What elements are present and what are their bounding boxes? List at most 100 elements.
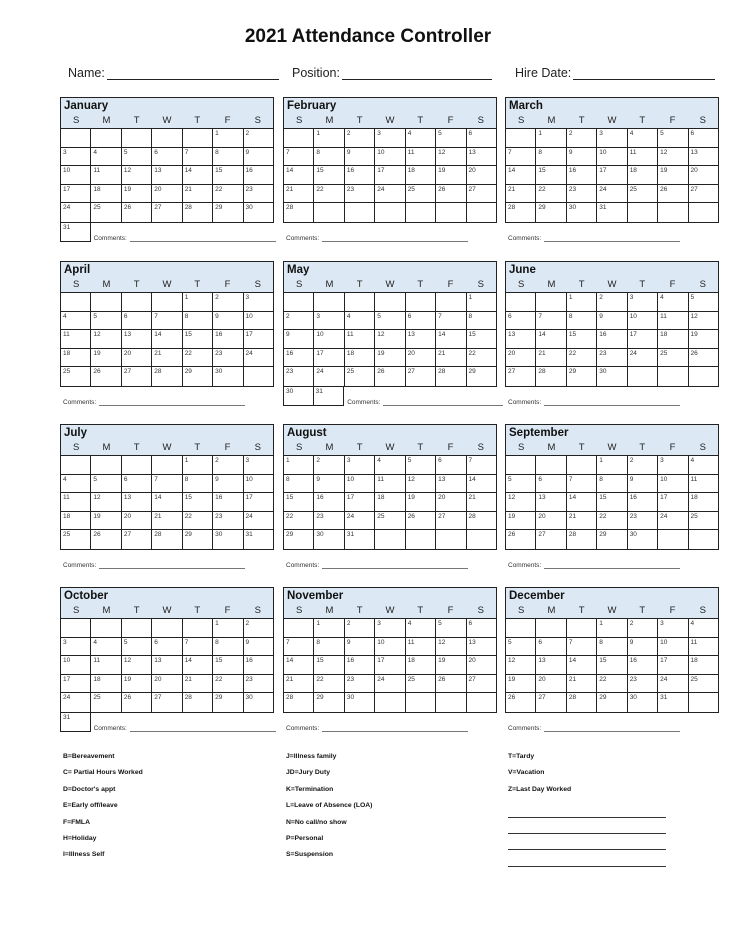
day-cell[interactable]: 4 (375, 456, 406, 474)
comments-input-line[interactable] (544, 725, 681, 732)
day-cell[interactable]: 16 (628, 493, 659, 511)
day-cell[interactable] (406, 530, 437, 549)
day-cell[interactable]: 1 (597, 456, 628, 474)
day-cell[interactable] (406, 203, 437, 222)
day-cell[interactable]: 25 (406, 674, 437, 692)
day-cell[interactable]: 6 (152, 147, 183, 165)
day-cell[interactable]: 5 (689, 293, 718, 311)
day-cell[interactable]: 14 (436, 330, 467, 348)
day-cell[interactable] (284, 619, 315, 637)
day-cell[interactable]: 12 (506, 656, 537, 674)
day-cell[interactable] (375, 203, 406, 222)
day-cell[interactable]: 9 (213, 474, 244, 492)
day-cell[interactable]: 16 (213, 330, 244, 348)
day-cell[interactable]: 8 (597, 474, 628, 492)
day-cell[interactable]: 18 (91, 674, 122, 692)
day-cell[interactable]: 1 (284, 456, 315, 474)
day-cell[interactable]: 6 (536, 474, 567, 492)
day-cell[interactable]: 20 (536, 511, 567, 529)
day-cell[interactable]: 14 (183, 166, 214, 184)
day-cell[interactable]: 3 (628, 293, 659, 311)
day-cell[interactable]: 17 (375, 656, 406, 674)
day-cell[interactable]: 23 (628, 674, 659, 692)
day-cell[interactable]: 16 (213, 493, 244, 511)
day-cell[interactable]: 23 (244, 675, 273, 693)
comments-input-line[interactable] (99, 562, 246, 569)
day-cell[interactable]: 6 (689, 129, 718, 147)
day-cell[interactable]: 22 (213, 674, 244, 692)
day-cell[interactable] (436, 203, 467, 222)
day-cell[interactable]: 13 (536, 656, 567, 674)
day-cell[interactable] (375, 293, 406, 311)
day-cell[interactable]: 14 (506, 166, 537, 184)
day-cell[interactable] (61, 619, 92, 637)
day-cell[interactable]: 11 (345, 330, 376, 348)
day-cell[interactable]: 21 (467, 493, 496, 511)
day-cell[interactable] (658, 203, 689, 222)
day-cell[interactable]: 18 (61, 348, 92, 366)
legend-blank-line[interactable] (508, 801, 666, 818)
day-cell[interactable]: 15 (597, 656, 628, 674)
day-cell[interactable]: 16 (244, 166, 273, 184)
day-cell[interactable]: 14 (567, 493, 598, 511)
day-cell[interactable]: 8 (213, 147, 244, 165)
day-cell[interactable]: 23 (284, 367, 315, 386)
day-cell[interactable]: 5 (122, 147, 153, 165)
day-cell[interactable]: 10 (244, 475, 273, 493)
day-cell[interactable]: 21 (506, 184, 537, 202)
day-cell[interactable]: 13 (536, 493, 567, 511)
day-cell[interactable] (91, 619, 122, 637)
day-cell[interactable] (436, 530, 467, 549)
comments-field[interactable]: Comments: (286, 231, 469, 242)
day-cell[interactable]: 25 (689, 675, 718, 693)
day-cell[interactable]: 9 (244, 148, 273, 166)
day-cell[interactable]: 8 (183, 311, 214, 329)
day-cell[interactable]: 7 (567, 474, 598, 492)
day-cell[interactable]: 20 (467, 656, 496, 674)
day-cell[interactable]: 31 (244, 530, 273, 549)
day-cell[interactable]: 24 (375, 674, 406, 692)
day-cell[interactable]: 26 (91, 367, 122, 386)
day-cell[interactable]: 2 (345, 619, 376, 637)
day-cell[interactable] (506, 456, 537, 474)
day-cell[interactable]: 7 (183, 637, 214, 655)
day-cell[interactable]: 24 (61, 203, 92, 222)
day-cell[interactable]: 25 (628, 184, 659, 202)
day-cell[interactable]: 12 (91, 330, 122, 348)
day-cell[interactable] (314, 293, 345, 311)
day-cell[interactable]: 3 (61, 637, 92, 655)
day-cell[interactable]: 23 (628, 511, 659, 529)
day-cell[interactable]: 13 (506, 330, 537, 348)
day-cell[interactable]: 9 (597, 311, 628, 329)
day-cell[interactable] (244, 367, 273, 386)
day-cell[interactable]: 11 (375, 474, 406, 492)
day-cell[interactable]: 6 (152, 637, 183, 655)
day-cell[interactable]: 15 (467, 330, 496, 348)
day-cell[interactable]: 24 (597, 184, 628, 202)
day-cell[interactable]: 19 (122, 674, 153, 692)
day-cell[interactable]: 12 (91, 493, 122, 511)
day-cell[interactable] (689, 530, 718, 549)
day-cell[interactable] (467, 203, 496, 222)
day-cell[interactable]: 7 (183, 147, 214, 165)
day-cell[interactable]: 10 (658, 474, 689, 492)
day-cell[interactable]: 25 (658, 348, 689, 366)
day-cell[interactable]: 20 (122, 348, 153, 366)
day-cell[interactable]: 28 (152, 530, 183, 549)
day-cell[interactable]: 26 (122, 203, 153, 222)
day-cell[interactable]: 30 (314, 530, 345, 549)
day-cell[interactable]: 15 (597, 493, 628, 511)
day-cell[interactable]: 3 (61, 147, 92, 165)
day-cell[interactable]: 11 (628, 147, 659, 165)
day-cell[interactable]: 23 (597, 348, 628, 366)
day-cell[interactable]: 5 (658, 129, 689, 147)
day-cell[interactable]: 7 (284, 637, 315, 655)
hire-date-input-line[interactable] (573, 66, 716, 80)
day-cell[interactable]: 30 (213, 530, 244, 549)
day-cell[interactable]: 20 (436, 493, 467, 511)
day-cell[interactable]: 3 (658, 619, 689, 637)
day-cell[interactable]: 11 (406, 147, 437, 165)
day-cell[interactable]: 4 (345, 311, 376, 329)
day-cell[interactable]: 20 (152, 674, 183, 692)
day-cell[interactable] (536, 456, 567, 474)
